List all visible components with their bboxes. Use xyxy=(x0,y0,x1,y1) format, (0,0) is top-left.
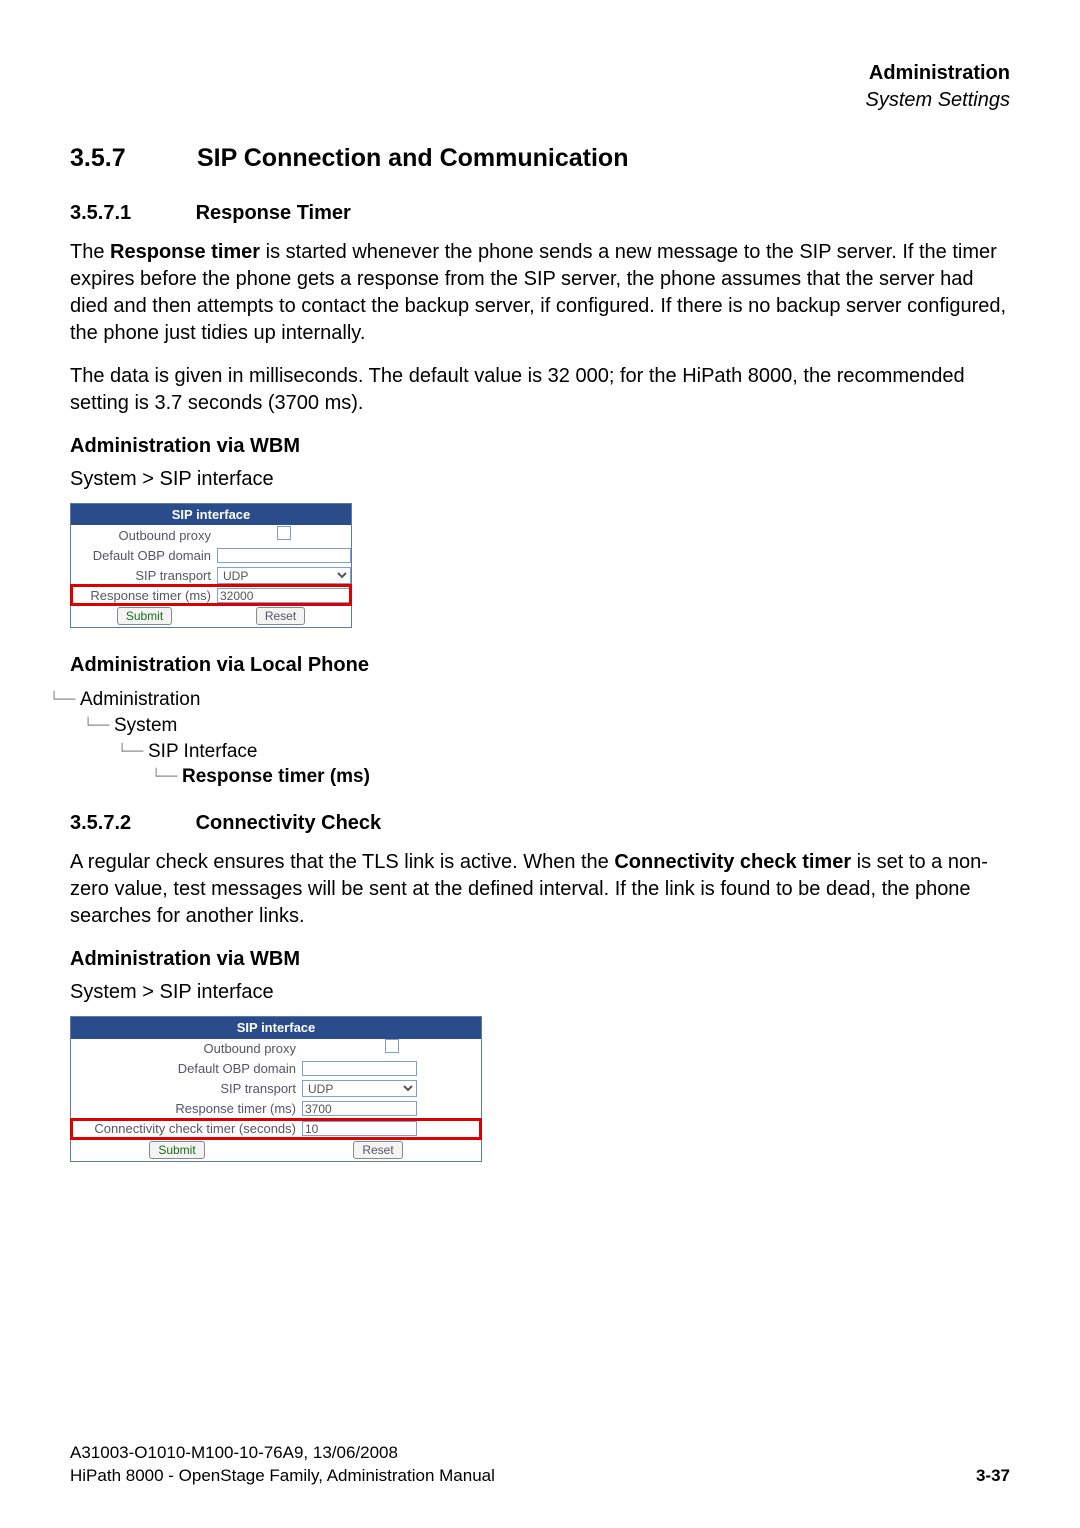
sip-interface-panel-2: SIP interface Outbound proxy Default OBP… xyxy=(70,1016,482,1162)
connectivity-check-input[interactable] xyxy=(302,1121,417,1136)
text: A regular check ensures that the TLS lin… xyxy=(70,851,614,873)
default-obp-input[interactable] xyxy=(217,548,351,563)
panel-title: SIP interface xyxy=(71,504,351,526)
label-sip-transport: SIP transport xyxy=(71,567,215,585)
menu-tree: Administration System SIP Interface Resp… xyxy=(80,687,1010,790)
tree-item: SIP Interface xyxy=(148,741,258,762)
reset-button[interactable]: Reset xyxy=(256,607,305,625)
text: The xyxy=(70,241,110,263)
subsection-title: Connectivity Check xyxy=(196,812,382,834)
section-title: SIP Connection and Communication xyxy=(197,144,629,172)
subhead-wbm: Administration via WBM xyxy=(70,946,1010,973)
page-footer: A31003-O1010-M100-10-76A9, 13/06/2008 Hi… xyxy=(70,1442,1010,1488)
header-title: Administration xyxy=(70,60,1010,87)
tree-item: System xyxy=(114,715,177,736)
outbound-proxy-checkbox[interactable] xyxy=(385,1039,399,1053)
response-timer-input[interactable] xyxy=(217,588,351,603)
subsection-heading: 3.5.7.1 Response Timer xyxy=(70,200,1010,227)
breadcrumb: System > SIP interface xyxy=(70,466,1010,493)
page-number: 3-37 xyxy=(976,1465,1010,1488)
footer-line-1: A31003-O1010-M100-10-76A9, 13/06/2008 xyxy=(70,1442,495,1465)
submit-button[interactable]: Submit xyxy=(117,607,172,625)
outbound-proxy-checkbox[interactable] xyxy=(277,526,291,540)
section-heading: 3.5.7 SIP Connection and Communication xyxy=(70,142,1010,176)
section-number: 3.5.7 xyxy=(70,142,190,176)
subsection-title: Response Timer xyxy=(196,202,351,224)
reset-button[interactable]: Reset xyxy=(353,1141,402,1159)
label-response-timer: Response timer (ms) xyxy=(71,587,215,605)
label-connectivity-check: Connectivity check timer (seconds) xyxy=(71,1120,300,1138)
tree-item-bold: Response timer (ms) xyxy=(182,766,370,787)
sip-transport-select[interactable]: UDP xyxy=(302,1080,417,1097)
label-default-obp: Default OBP domain xyxy=(71,1060,300,1078)
subhead-wbm: Administration via WBM xyxy=(70,433,1010,460)
header-subtitle: System Settings xyxy=(70,87,1010,114)
sip-transport-select[interactable]: UDP xyxy=(217,567,351,584)
paragraph: A regular check ensures that the TLS lin… xyxy=(70,849,1010,930)
label-sip-transport: SIP transport xyxy=(71,1080,300,1098)
paragraph: The Response timer is started whenever t… xyxy=(70,239,1010,347)
panel-title: SIP interface xyxy=(71,1017,481,1039)
footer-line-2: HiPath 8000 - OpenStage Family, Administ… xyxy=(70,1465,495,1488)
breadcrumb: System > SIP interface xyxy=(70,979,1010,1006)
label-outbound-proxy: Outbound proxy xyxy=(71,527,215,545)
label-default-obp: Default OBP domain xyxy=(71,547,215,565)
paragraph: The data is given in milliseconds. The d… xyxy=(70,363,1010,417)
tree-item: Administration xyxy=(80,689,200,710)
label-response-timer: Response timer (ms) xyxy=(71,1100,300,1118)
response-timer-input[interactable] xyxy=(302,1101,417,1116)
label-outbound-proxy: Outbound proxy xyxy=(71,1040,300,1058)
page-header: Administration System Settings xyxy=(70,60,1010,114)
subhead-local-phone: Administration via Local Phone xyxy=(70,652,1010,679)
subsection-heading: 3.5.7.2 Connectivity Check xyxy=(70,810,1010,837)
sip-interface-panel-1: SIP interface Outbound proxy Default OBP… xyxy=(70,503,352,629)
submit-button[interactable]: Submit xyxy=(149,1141,204,1159)
default-obp-input[interactable] xyxy=(302,1061,417,1076)
subsection-number: 3.5.7.1 xyxy=(70,200,190,227)
text-bold: Connectivity check timer xyxy=(614,851,851,873)
text-bold: Response timer xyxy=(110,241,260,263)
subsection-number: 3.5.7.2 xyxy=(70,810,190,837)
